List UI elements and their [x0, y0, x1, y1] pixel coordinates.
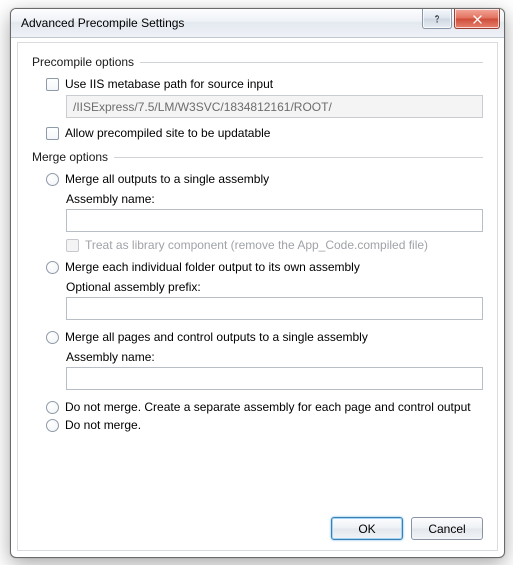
close-button[interactable] [454, 9, 500, 29]
divider [140, 62, 483, 63]
ok-button[interactable]: OK [331, 517, 403, 540]
do-not-merge-separate-label: Do not merge. Create a separate assembly… [65, 400, 471, 414]
precompile-header-label: Precompile options [32, 55, 134, 69]
treat-as-library-checkbox [66, 239, 79, 252]
merge-header-label: Merge options [32, 150, 108, 164]
use-iis-checkbox[interactable] [46, 78, 59, 91]
cancel-button[interactable]: Cancel [411, 517, 483, 540]
merge-all-single-radio[interactable] [46, 173, 59, 186]
treat-as-library-label: Treat as library component (remove the A… [85, 238, 428, 252]
do-not-merge-radio[interactable] [46, 419, 59, 432]
merge-pages-controls-label: Merge all pages and control outputs to a… [65, 330, 368, 344]
assembly-name-label-2: Assembly name: [66, 350, 483, 364]
divider [114, 157, 483, 158]
merge-per-folder-label: Merge each individual folder output to i… [65, 260, 360, 274]
help-button[interactable] [422, 9, 452, 29]
do-not-merge-label: Do not merge. [65, 418, 141, 432]
client-area: Precompile options Use IIS metabase path… [17, 42, 498, 551]
allow-updatable-checkbox[interactable] [46, 127, 59, 140]
assembly-prefix-label: Optional assembly prefix: [66, 280, 483, 294]
assembly-name-input-2[interactable] [66, 367, 483, 390]
precompile-group-header: Precompile options [32, 55, 483, 69]
assembly-name-label-1: Assembly name: [66, 192, 483, 206]
dialog-window: Advanced Precompile Settings Precompile … [10, 8, 505, 558]
assembly-prefix-input[interactable] [66, 297, 483, 320]
assembly-name-input-1[interactable] [66, 209, 483, 232]
do-not-merge-separate-radio[interactable] [46, 401, 59, 414]
merge-all-single-label: Merge all outputs to a single assembly [65, 172, 269, 186]
iis-path-input[interactable] [66, 95, 483, 118]
merge-per-folder-radio[interactable] [46, 261, 59, 274]
merge-group-header: Merge options [32, 150, 483, 164]
merge-pages-controls-radio[interactable] [46, 331, 59, 344]
window-title: Advanced Precompile Settings [21, 16, 184, 30]
use-iis-label: Use IIS metabase path for source input [65, 77, 273, 91]
allow-updatable-label: Allow precompiled site to be updatable [65, 126, 270, 140]
titlebar: Advanced Precompile Settings [11, 9, 504, 38]
